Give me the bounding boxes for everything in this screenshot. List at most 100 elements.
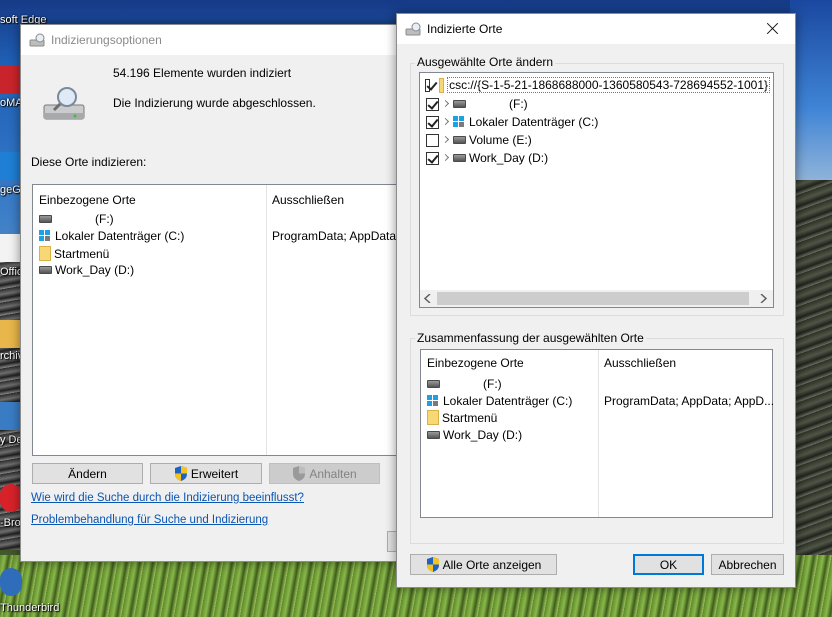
- indexed-locations-list[interactable]: Einbezogene Orte Ausschließen (F:) Lokal…: [32, 184, 412, 456]
- list-item[interactable]: Startmenü: [39, 246, 109, 261]
- drive-icon: [427, 431, 440, 439]
- tree-item[interactable]: (F:): [426, 97, 528, 111]
- tree-item-label: Work_Day (D:): [469, 151, 549, 165]
- desktop-icon-edge[interactable]: soft Edge: [0, 0, 46, 32]
- desktop-icon-app[interactable]: geG: [0, 150, 22, 200]
- uac-shield-icon: [426, 557, 439, 572]
- chevron-right-icon[interactable]: [442, 154, 450, 162]
- device-icon: [0, 402, 22, 430]
- office-icon: [0, 234, 22, 262]
- location-label: Lokaler Datenträger (C:): [55, 229, 185, 243]
- advanced-button[interactable]: Erweitert: [150, 463, 262, 484]
- tree-item[interactable]: Work_Day (D:): [426, 151, 548, 165]
- horizontal-scrollbar[interactable]: [420, 290, 773, 307]
- indexing-drive-magnifier-icon: [43, 87, 85, 120]
- windows-drive-icon: [427, 394, 440, 408]
- troubleshoot-search-link[interactable]: Problembehandlung für Suche und Indizier…: [31, 514, 268, 526]
- column-header-included[interactable]: Einbezogene Orte: [39, 193, 136, 207]
- locations-tree[interactable]: csc://{S-1-5-21-1868688000-1360580543-72…: [419, 72, 774, 308]
- tree-item[interactable]: Volume (E:): [426, 133, 532, 147]
- window-title: Indizierungsoptionen: [51, 33, 162, 47]
- modify-button[interactable]: Ändern: [32, 463, 143, 484]
- checkbox[interactable]: [426, 151, 439, 165]
- ok-button-label: OK: [659, 557, 678, 572]
- checkbox[interactable]: [424, 78, 430, 92]
- desktop-icon-browser[interactable]: -Bro: [0, 482, 22, 532]
- indexing-options-titlebar[interactable]: Indizierungsoptionen: [21, 25, 409, 55]
- column-header-excluded[interactable]: Ausschließen: [272, 193, 344, 207]
- location-label: Work_Day (D:): [443, 428, 523, 442]
- tree-item-label: Volume (E:): [469, 133, 532, 147]
- indexed-locations-titlebar[interactable]: Indizierte Orte: [397, 14, 795, 44]
- app-icon: [0, 152, 22, 180]
- cancel-button-label: Abbrechen: [718, 557, 777, 572]
- checkbox[interactable]: [426, 133, 439, 147]
- pause-button[interactable]: Anhalten: [269, 463, 380, 484]
- column-separator: [598, 350, 599, 517]
- indexing-options-window: Indizierungsoptionen 54.196 Elemente wur…: [20, 24, 412, 562]
- windows-drive-icon: [39, 229, 52, 243]
- drive-icon: [39, 215, 52, 223]
- list-item[interactable]: Lokaler Datenträger (C:): [427, 394, 572, 408]
- chevron-right-icon[interactable]: [442, 136, 450, 144]
- list-item[interactable]: Lokaler Datenträger (C:): [39, 229, 184, 243]
- how-search-affected-link[interactable]: Wie wird die Suche durch die Indizierung…: [31, 492, 304, 504]
- list-item[interactable]: (F:): [39, 212, 114, 226]
- list-item[interactable]: Startmenü: [427, 410, 497, 425]
- location-label: Work_Day (D:): [55, 263, 135, 277]
- drive-icon: [39, 266, 52, 274]
- desktop-wallpaper-locomotive: [795, 180, 832, 560]
- scroll-right-icon[interactable]: [759, 294, 767, 303]
- desktop-icon-thunderbird[interactable]: Thunderbird: [0, 566, 59, 616]
- tree-item[interactable]: csc://{S-1-5-21-1868688000-1360580543-72…: [420, 76, 771, 94]
- chevron-right-icon[interactable]: [442, 100, 450, 108]
- pause-button-label: Anhalten: [309, 466, 357, 481]
- desktop-icon-label: Thunderbird: [0, 602, 60, 614]
- list-item[interactable]: Work_Day (D:): [427, 428, 522, 442]
- summary-list[interactable]: Einbezogene Orte Ausschließen (F:) Lokal…: [420, 349, 775, 518]
- checkbox[interactable]: [426, 97, 439, 111]
- location-label: (F:): [95, 212, 114, 226]
- excluded-text: ProgramData; AppData; AppD...: [604, 394, 775, 408]
- modify-button-label: Ändern: [68, 466, 107, 481]
- drive-icon: [427, 380, 440, 388]
- scroll-left-icon[interactable]: [424, 294, 432, 303]
- desktop-icon-malwarebytes[interactable]: oMA: [0, 60, 23, 110]
- checkbox[interactable]: [426, 115, 439, 129]
- column-header-excluded[interactable]: Ausschließen: [604, 356, 676, 370]
- desktop-icon-office[interactable]: Offic: [0, 232, 22, 282]
- location-label: Lokaler Datenträger (C:): [443, 394, 573, 408]
- drive-icon: [453, 136, 466, 144]
- location-label: (F:): [483, 377, 502, 391]
- desktop-icon-device[interactable]: y De: [0, 400, 23, 450]
- folder-icon: [427, 410, 439, 425]
- desktop-icon-label: -Bro: [0, 517, 21, 529]
- drive-icon: [453, 154, 466, 162]
- location-label: Startmenü: [442, 410, 498, 425]
- show-all-locations-button[interactable]: Alle Orte anzeigen: [410, 554, 557, 575]
- browser-icon: [0, 484, 22, 512]
- excluded-text: ProgramData; AppData; A: [272, 229, 411, 243]
- search-options-icon: [405, 22, 421, 36]
- chevron-right-icon[interactable]: [442, 118, 450, 126]
- tree-item[interactable]: Lokaler Datenträger (C:): [426, 115, 598, 129]
- windows-drive-icon: [453, 115, 466, 129]
- ok-button[interactable]: OK: [633, 554, 704, 575]
- desktop-icon-label: geG: [0, 184, 21, 196]
- show-all-locations-label: Alle Orte anzeigen: [442, 557, 542, 572]
- uac-shield-icon: [174, 466, 187, 481]
- change-locations-label: Ausgewählte Orte ändern: [415, 55, 556, 69]
- column-header-included[interactable]: Einbezogene Orte: [427, 356, 524, 370]
- list-item[interactable]: Work_Day (D:): [39, 263, 134, 277]
- close-icon[interactable]: [751, 14, 795, 44]
- indexed-locations-dialog: Indizierte Orte Ausgewählte Orte ändern …: [396, 13, 796, 588]
- summary-label: Zusammenfassung der ausgewählten Orte: [415, 331, 646, 345]
- list-item[interactable]: (F:): [427, 377, 502, 391]
- cancel-button[interactable]: Abbrechen: [711, 554, 784, 575]
- scrollbar-thumb[interactable]: [437, 292, 749, 305]
- desktop-icon-archive[interactable]: rchiv: [0, 318, 23, 368]
- advanced-button-label: Erweitert: [190, 466, 239, 481]
- indexed-count-text: 54.196 Elemente wurden indiziert: [113, 66, 292, 80]
- tree-item-label: csc://{S-1-5-21-1868688000-1360580543-72…: [447, 77, 771, 93]
- folder-icon: [39, 246, 51, 261]
